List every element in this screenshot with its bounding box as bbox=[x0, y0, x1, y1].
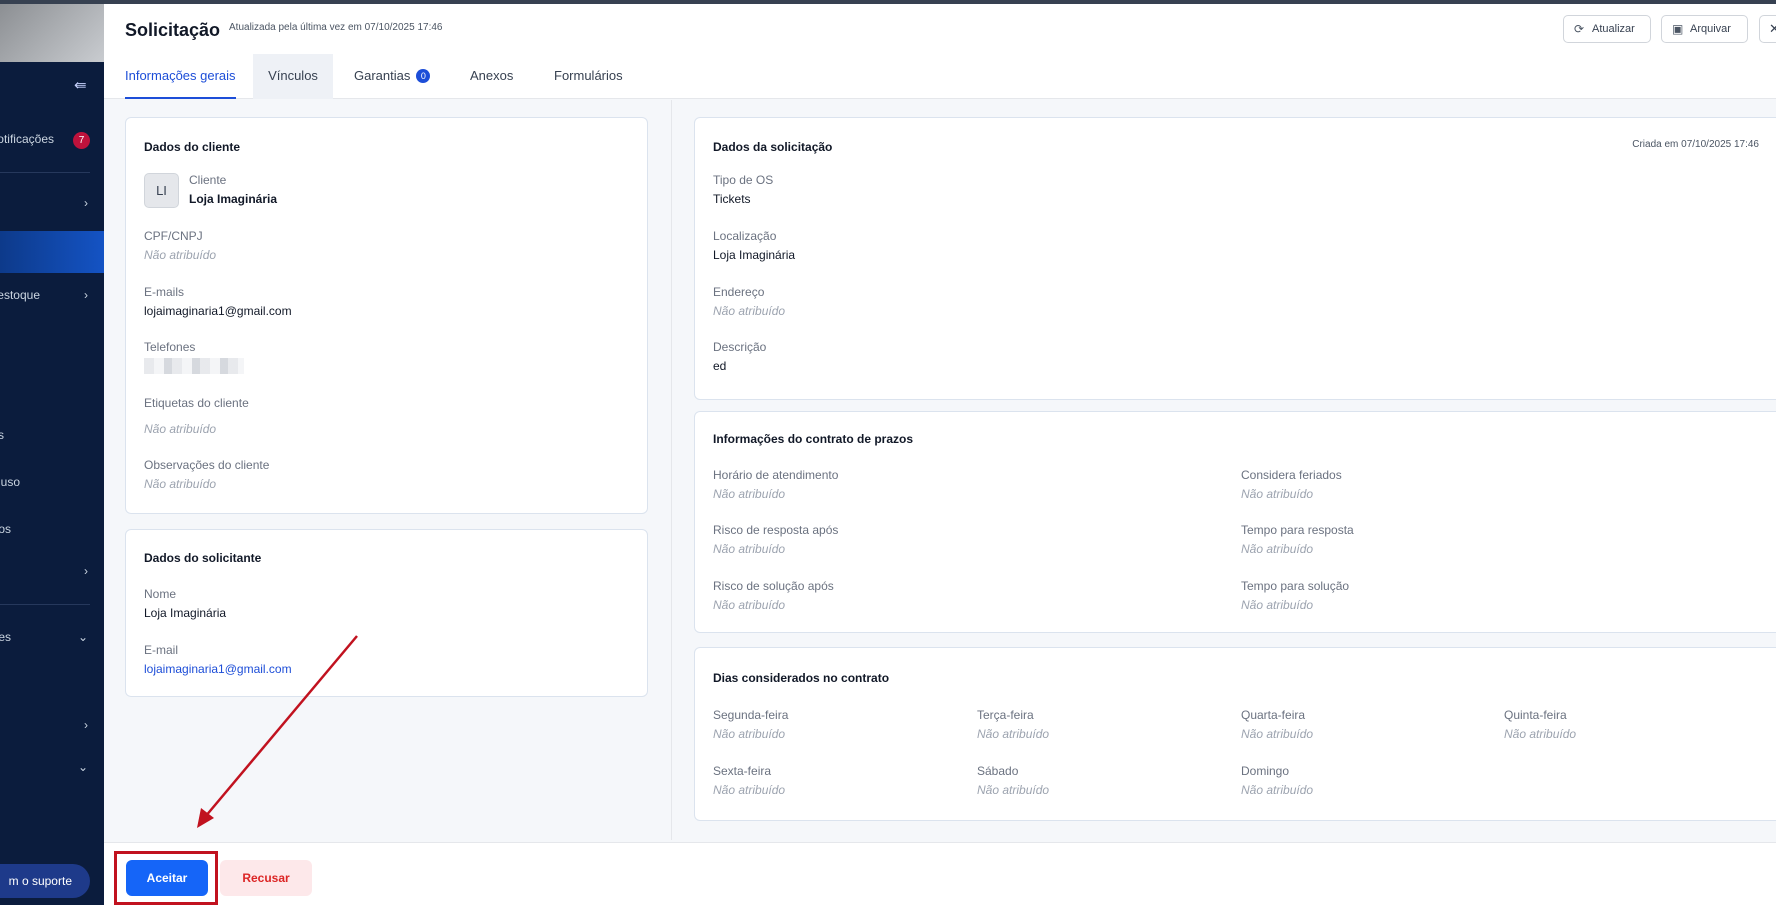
sidebar-item-os[interactable]: os bbox=[0, 522, 104, 542]
sidebar-divider bbox=[0, 172, 90, 173]
sidebar-item-1[interactable]: › bbox=[0, 196, 104, 216]
requester-card-title: Dados do solicitante bbox=[144, 551, 262, 565]
tab-links[interactable]: Vínculos bbox=[253, 54, 333, 99]
chevron-right-icon: › bbox=[84, 196, 88, 210]
chevron-down-icon: ⌄ bbox=[77, 630, 88, 644]
avatar: LI bbox=[144, 173, 179, 208]
sidebar-item-uso[interactable]: uso bbox=[0, 475, 104, 495]
page-title: Solicitação bbox=[125, 20, 221, 40]
support-button[interactable]: m o suporte bbox=[0, 864, 90, 898]
chevron-right-icon: › bbox=[84, 718, 88, 732]
requester-card: Dados do solicitante Nome Loja Imaginári… bbox=[125, 529, 648, 697]
days-card-title: Dias considerados no contrato bbox=[713, 671, 890, 685]
request-drawer: Solicitação Atualizada pela última vez e… bbox=[104, 4, 1776, 905]
tab-forms[interactable]: Formulários bbox=[544, 54, 633, 99]
chevron-right-icon: › bbox=[84, 564, 88, 578]
sidebar-item-expand-2[interactable]: › bbox=[0, 718, 104, 738]
chevron-right-icon: › bbox=[84, 288, 88, 302]
request-card-title: Dados da solicitação bbox=[713, 140, 833, 154]
client-card-title: Dados do cliente bbox=[144, 140, 241, 154]
request-card: Dados da solicitação Criada em 07/10/202… bbox=[694, 117, 1776, 400]
drawer-footer: Aceitar Recusar bbox=[104, 842, 1776, 905]
refresh-icon: ⟳ bbox=[1574, 22, 1585, 36]
last-updated-text: Atualizada pela última vez em 07/10/2025… bbox=[229, 22, 443, 33]
tab-warranties[interactable]: Garantias 0 bbox=[344, 54, 440, 99]
requester-email-link[interactable]: lojaimaginaria1@gmail.com bbox=[144, 662, 292, 676]
tab-general-info[interactable]: Informações gerais bbox=[125, 54, 236, 99]
tab-attachments[interactable]: Anexos bbox=[460, 54, 523, 99]
contract-days-card: Dias considerados no contrato Segunda-fe… bbox=[694, 647, 1776, 821]
sidebar-item-s[interactable]: s bbox=[0, 428, 104, 448]
created-at-text: Criada em 07/10/2025 17:46 bbox=[1632, 139, 1759, 150]
chevron-down-icon: ⌄ bbox=[77, 760, 88, 774]
close-icon: ✕ bbox=[1769, 21, 1776, 36]
client-email: lojaimaginaria1@gmail.com bbox=[144, 304, 292, 318]
phones-redacted bbox=[144, 358, 244, 374]
client-name: Loja Imaginária bbox=[189, 192, 278, 206]
warranties-count-badge: 0 bbox=[416, 69, 431, 83]
sidebar-item-active[interactable] bbox=[0, 231, 104, 273]
annotation-highlight-box bbox=[114, 851, 218, 905]
contract-card-title: Informações do contrato de prazos bbox=[713, 432, 914, 446]
sidebar: ⇚ otificações 7 › estoque › s uso os › e… bbox=[0, 0, 104, 905]
sidebar-item-expand-3[interactable]: ⌄ bbox=[0, 760, 104, 780]
sidebar-item-stock[interactable]: estoque › bbox=[0, 288, 104, 308]
sidebar-divider bbox=[0, 604, 90, 605]
sidebar-item-es[interactable]: es ⌄ bbox=[0, 630, 104, 650]
close-button[interactable]: ✕ bbox=[1759, 15, 1776, 43]
client-card: Dados do cliente LI Cliente Loja Imaginá… bbox=[125, 117, 648, 514]
contract-card: Informações do contrato de prazos Horári… bbox=[694, 411, 1776, 633]
reject-button[interactable]: Recusar bbox=[220, 860, 312, 896]
sidebar-item-expand[interactable]: › bbox=[0, 564, 104, 584]
refresh-button[interactable]: ⟳ Atualizar bbox=[1563, 15, 1651, 43]
drawer-header: Solicitação Atualizada pela última vez e… bbox=[104, 4, 1776, 99]
collapse-sidebar-icon[interactable]: ⇚ bbox=[74, 76, 87, 94]
sidebar-logo-image bbox=[0, 4, 104, 62]
notification-badge: 7 bbox=[73, 132, 90, 149]
column-divider bbox=[671, 100, 672, 840]
archive-button[interactable]: ▣ Arquivar bbox=[1661, 15, 1748, 43]
archive-icon: ▣ bbox=[1672, 22, 1684, 36]
